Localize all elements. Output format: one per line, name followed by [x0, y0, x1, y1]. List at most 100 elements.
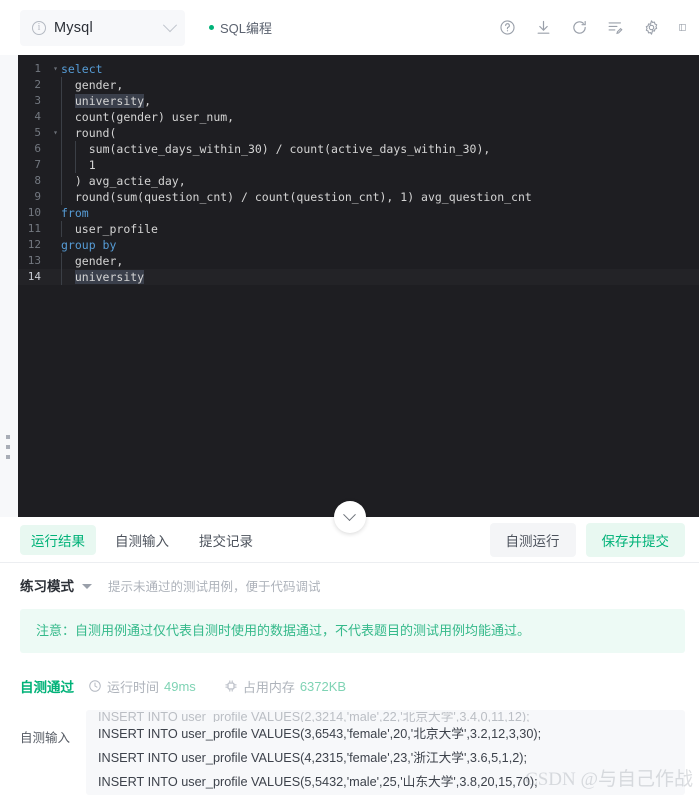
- drag-handle-dots-icon: [6, 435, 10, 459]
- settings-gear-icon[interactable]: [642, 18, 661, 37]
- tab-sql-programming[interactable]: SQL编程: [209, 18, 272, 37]
- save-and-submit-button[interactable]: 保存并提交: [585, 522, 685, 557]
- line-number: 7: [34, 158, 41, 171]
- code-text: 1: [61, 157, 96, 173]
- code-line[interactable]: 1 ▾ select: [18, 61, 699, 77]
- code-line[interactable]: 7 1: [18, 157, 699, 173]
- format-code-icon[interactable]: [606, 18, 625, 37]
- line-number: 14: [27, 270, 41, 283]
- code-line[interactable]: 14 university: [18, 269, 699, 285]
- code-text: from: [61, 206, 89, 220]
- code-text: user_profile: [61, 221, 158, 237]
- code-text: university: [61, 269, 145, 285]
- line-number: 1: [34, 62, 41, 75]
- code-text: university,: [61, 93, 151, 109]
- collapse-editor-button[interactable]: [333, 501, 366, 533]
- download-icon[interactable]: [534, 18, 553, 37]
- status-dot-icon: [209, 25, 214, 30]
- code-line[interactable]: 11 user_profile: [18, 221, 699, 237]
- tab-run-result[interactable]: 运行结果: [20, 524, 96, 555]
- code-text: round(: [61, 125, 116, 141]
- line-number: 13: [27, 254, 41, 267]
- result-action-group: 自测运行 保存并提交: [489, 522, 685, 557]
- code-line[interactable]: 2 gender,: [18, 77, 699, 93]
- tab-sql-programming-label: SQL编程: [220, 21, 273, 36]
- code-text: sum(active_days_within_30) / count(activ…: [61, 141, 490, 157]
- line-number: 10: [27, 206, 41, 219]
- fold-toggle-icon[interactable]: ▾: [50, 61, 61, 77]
- sql-insert-line: INSERT INTO user_profile VALUES(5,5432,'…: [98, 775, 538, 790]
- line-number: 8: [34, 174, 41, 187]
- code-text: select: [61, 62, 103, 76]
- line-number: 6: [34, 142, 41, 155]
- database-select[interactable]: i Mysql: [20, 9, 185, 46]
- code-line[interactable]: 8 ) avg_actie_day,: [18, 173, 699, 189]
- caret-down-icon[interactable]: [82, 583, 92, 589]
- line-number: 9: [34, 190, 41, 203]
- memory-item: 占用内存 6372KB: [224, 677, 346, 696]
- self-input-box[interactable]: INSERT INTO user_profile VALUES(2,3214,'…: [86, 710, 685, 796]
- code-editor[interactable]: 1 ▾ select 2 gender, 3 university, 4 count(ge…: [0, 55, 699, 533]
- sql-insert-line: INSERT INTO user_profile VALUES(3,6543,'…: [98, 727, 542, 742]
- code-line[interactable]: 12 group by: [18, 237, 699, 253]
- status-badge: 自测通过: [20, 680, 74, 696]
- self-test-run-button[interactable]: 自测运行: [489, 522, 576, 557]
- code-text: gender,: [61, 77, 123, 93]
- result-panel: 运行结果 自测输入 提交记录 自测运行 保存并提交 练习模式 提示未通过的测试用…: [0, 517, 699, 798]
- practice-mode-hint: 提示未通过的测试用例，便于代码调试: [108, 579, 321, 594]
- sql-editor-page: i Mysql SQL编程 1 ▾ select 2 gender, 3 uni…: [0, 0, 699, 798]
- tab-submit-records[interactable]: 提交记录: [188, 525, 264, 555]
- code-line[interactable]: 9 round(sum(question_cnt) / count(questi…: [18, 189, 699, 205]
- refresh-icon[interactable]: [570, 18, 589, 37]
- run-time-item: 运行时间 49ms: [88, 677, 196, 696]
- code-text: ) avg_actie_day,: [61, 173, 186, 189]
- code-editor-content[interactable]: 1 ▾ select 2 gender, 3 university, 4 count(ge…: [18, 55, 699, 517]
- clock-icon: [88, 679, 102, 693]
- help-icon[interactable]: [498, 18, 517, 37]
- run-time-value: 49ms: [164, 678, 196, 694]
- code-text: count(gender) user_num,: [61, 109, 234, 125]
- fullscreen-icon[interactable]: [678, 18, 687, 37]
- line-number: 3: [34, 94, 41, 107]
- chevron-down-icon: [162, 17, 178, 32]
- run-status-row: 自测通过 运行时间 49ms 占用内存 6372KB: [0, 653, 699, 710]
- code-text: gender,: [61, 253, 123, 269]
- chevron-down-icon: [343, 507, 356, 521]
- memory-chip-icon: [224, 679, 238, 693]
- code-line[interactable]: 3 university,: [18, 93, 699, 109]
- toolbar-icon-group: [498, 18, 689, 37]
- code-line[interactable]: 5 ▾ round(: [18, 125, 699, 141]
- practice-mode-label[interactable]: 练习模式: [20, 575, 74, 595]
- code-line[interactable]: 13 gender,: [18, 253, 699, 269]
- fold-toggle-icon[interactable]: ▾: [50, 125, 61, 141]
- tab-self-input[interactable]: 自测输入: [104, 525, 180, 555]
- top-toolbar: i Mysql SQL编程: [0, 0, 699, 55]
- sql-insert-line: INSERT INTO user_profile VALUES(4,2315,'…: [98, 751, 528, 766]
- run-time-label: 运行时间: [107, 679, 160, 695]
- self-input-label: 自测输入: [20, 731, 71, 746]
- code-text: round(sum(question_cnt) / count(question…: [61, 189, 532, 205]
- notice-banner: 注意：自测用例通过仅代表自测时使用的数据通过，不代表题目的测试用例均能通过。: [20, 609, 685, 654]
- self-input-row: 自测输入 INSERT INTO user_profile VALUES(2,3…: [0, 710, 699, 796]
- sql-insert-line: INSERT INTO user_profile VALUES(2,3214,'…: [98, 712, 530, 723]
- practice-mode-row: 练习模式 提示未通过的测试用例，便于代码调试: [0, 563, 699, 605]
- line-number: 12: [27, 238, 41, 251]
- line-number: 4: [34, 110, 41, 123]
- code-line[interactable]: 6 sum(active_days_within_30) / count(act…: [18, 141, 699, 157]
- code-line[interactable]: 4 count(gender) user_num,: [18, 109, 699, 125]
- code-text: group by: [61, 238, 117, 252]
- code-line[interactable]: 10 from: [18, 205, 699, 221]
- panel-resize-handle[interactable]: [0, 55, 18, 517]
- database-name-label: Mysql: [54, 19, 93, 36]
